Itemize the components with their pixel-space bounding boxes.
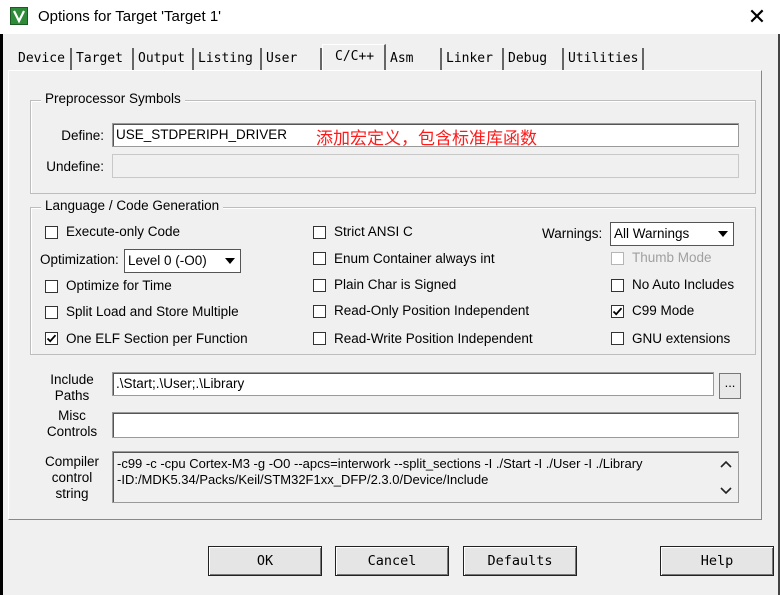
gnu-extensions-label: GNU extensions xyxy=(632,331,731,346)
misc-controls-label-line1: Misc xyxy=(58,408,86,423)
enum-container-label: Enum Container always int xyxy=(334,251,495,266)
compiler-control-line2: -ID:/MDK5.34/Packs/Keil/STM32F1xx_DFP/2.… xyxy=(117,472,489,487)
include-paths-label-line1: Include xyxy=(50,372,94,387)
plain-char-label: Plain Char is Signed xyxy=(334,277,457,292)
chevron-down-icon xyxy=(714,224,732,244)
optimization-value: Level 0 (-O0) xyxy=(128,253,207,268)
browse-include-paths-button[interactable]: ... xyxy=(719,373,741,399)
warnings-label: Warnings: xyxy=(542,226,603,241)
close-icon[interactable]: ✕ xyxy=(742,4,772,30)
checkmark-icon xyxy=(46,334,57,343)
tab-target[interactable]: Target xyxy=(72,48,134,70)
one-elf-checkbox[interactable] xyxy=(45,332,58,345)
help-button[interactable]: Help xyxy=(660,546,774,576)
compiler-control-label: Compiler control string xyxy=(42,454,102,502)
tab-device[interactable]: Device xyxy=(14,48,72,70)
no-auto-includes-checkbox[interactable] xyxy=(611,279,624,292)
compiler-control-label-line1: Compiler xyxy=(44,454,99,469)
defaults-button[interactable]: Defaults xyxy=(463,546,577,576)
keil-app-icon xyxy=(10,7,28,25)
misc-controls-label-line2: Controls xyxy=(46,424,98,439)
optimize-time-checkbox[interactable] xyxy=(45,280,58,293)
one-elf-label: One ELF Section per Function xyxy=(66,331,248,346)
enum-container-checkbox[interactable] xyxy=(313,252,326,265)
title-bar: Options for Target 'Target 1' ✕ xyxy=(0,0,780,34)
optimize-time-label: Optimize for Time xyxy=(66,278,172,293)
chevron-down-icon xyxy=(221,251,239,271)
tab-utilities[interactable]: Utilities xyxy=(564,48,644,70)
misc-controls-label: Misc Controls xyxy=(44,408,100,440)
strict-ansi-label: Strict ANSI C xyxy=(334,224,413,239)
include-paths-field[interactable]: .\Start;.\User;.\Library xyxy=(112,372,714,396)
execute-only-checkbox[interactable] xyxy=(45,226,58,239)
define-label: Define: xyxy=(61,128,104,143)
options-dialog: Options for Target 'Target 1' ✕ Device T… xyxy=(0,0,780,595)
include-paths-label-line2: Paths xyxy=(54,388,90,403)
tab-asm[interactable]: Asm xyxy=(386,48,442,70)
warnings-select[interactable]: All Warnings xyxy=(610,222,734,246)
rw-position-label: Read-Write Position Independent xyxy=(334,331,533,346)
thumb-mode-label: Thumb Mode xyxy=(632,250,712,265)
include-paths-label: Include Paths xyxy=(48,372,96,404)
undefine-field[interactable] xyxy=(112,154,739,178)
optimization-label: Optimization: xyxy=(40,252,119,267)
tab-linker[interactable]: Linker xyxy=(442,48,504,70)
warnings-value: All Warnings xyxy=(614,226,690,241)
gnu-extensions-checkbox[interactable] xyxy=(611,332,624,345)
window-left-edge xyxy=(0,34,3,595)
tab-debug[interactable]: Debug xyxy=(504,48,564,70)
cancel-button[interactable]: Cancel xyxy=(335,546,449,576)
ok-button[interactable]: OK xyxy=(208,546,322,576)
annotation-text: 添加宏定义，包含标准库函数 xyxy=(316,129,537,149)
scroll-up-icon[interactable] xyxy=(716,455,736,473)
no-auto-includes-label: No Auto Includes xyxy=(632,277,735,292)
ro-position-label: Read-Only Position Independent xyxy=(334,303,530,318)
split-load-checkbox[interactable] xyxy=(45,306,58,319)
c99-mode-checkbox[interactable] xyxy=(611,305,624,318)
scroll-down-icon[interactable] xyxy=(716,482,736,500)
optimization-select[interactable]: Level 0 (-O0) xyxy=(124,249,241,273)
codegen-legend: Language / Code Generation xyxy=(41,198,224,213)
plain-char-checkbox[interactable] xyxy=(313,279,326,292)
ro-position-checkbox[interactable] xyxy=(313,305,326,318)
undefine-label: Undefine: xyxy=(46,159,104,174)
c99-mode-label: C99 Mode xyxy=(632,303,695,318)
compiler-control-line1: -c99 -c -cpu Cortex-M3 -g -O0 --apcs=int… xyxy=(117,456,643,471)
tab-listing[interactable]: Listing xyxy=(194,48,262,70)
compiler-control-label-line2: control xyxy=(51,470,93,485)
tab-user[interactable]: User xyxy=(262,48,322,70)
compiler-control-label-line3: string xyxy=(55,486,89,501)
compiler-control-string[interactable]: -c99 -c -cpu Cortex-M3 -g -O0 --apcs=int… xyxy=(112,451,739,503)
split-load-label: Split Load and Store Multiple xyxy=(66,304,239,319)
misc-controls-field[interactable] xyxy=(112,412,739,438)
tab-c-cpp[interactable]: C/C++ xyxy=(322,44,386,70)
thumb-mode-checkbox[interactable] xyxy=(611,252,624,265)
checkmark-icon xyxy=(612,307,623,316)
rw-position-checkbox[interactable] xyxy=(313,332,326,345)
execute-only-label: Execute-only Code xyxy=(66,224,181,239)
preprocessor-legend: Preprocessor Symbols xyxy=(41,91,185,106)
window-title: Options for Target 'Target 1' xyxy=(38,8,222,25)
strict-ansi-checkbox[interactable] xyxy=(313,226,326,239)
tab-output[interactable]: Output xyxy=(134,48,194,70)
